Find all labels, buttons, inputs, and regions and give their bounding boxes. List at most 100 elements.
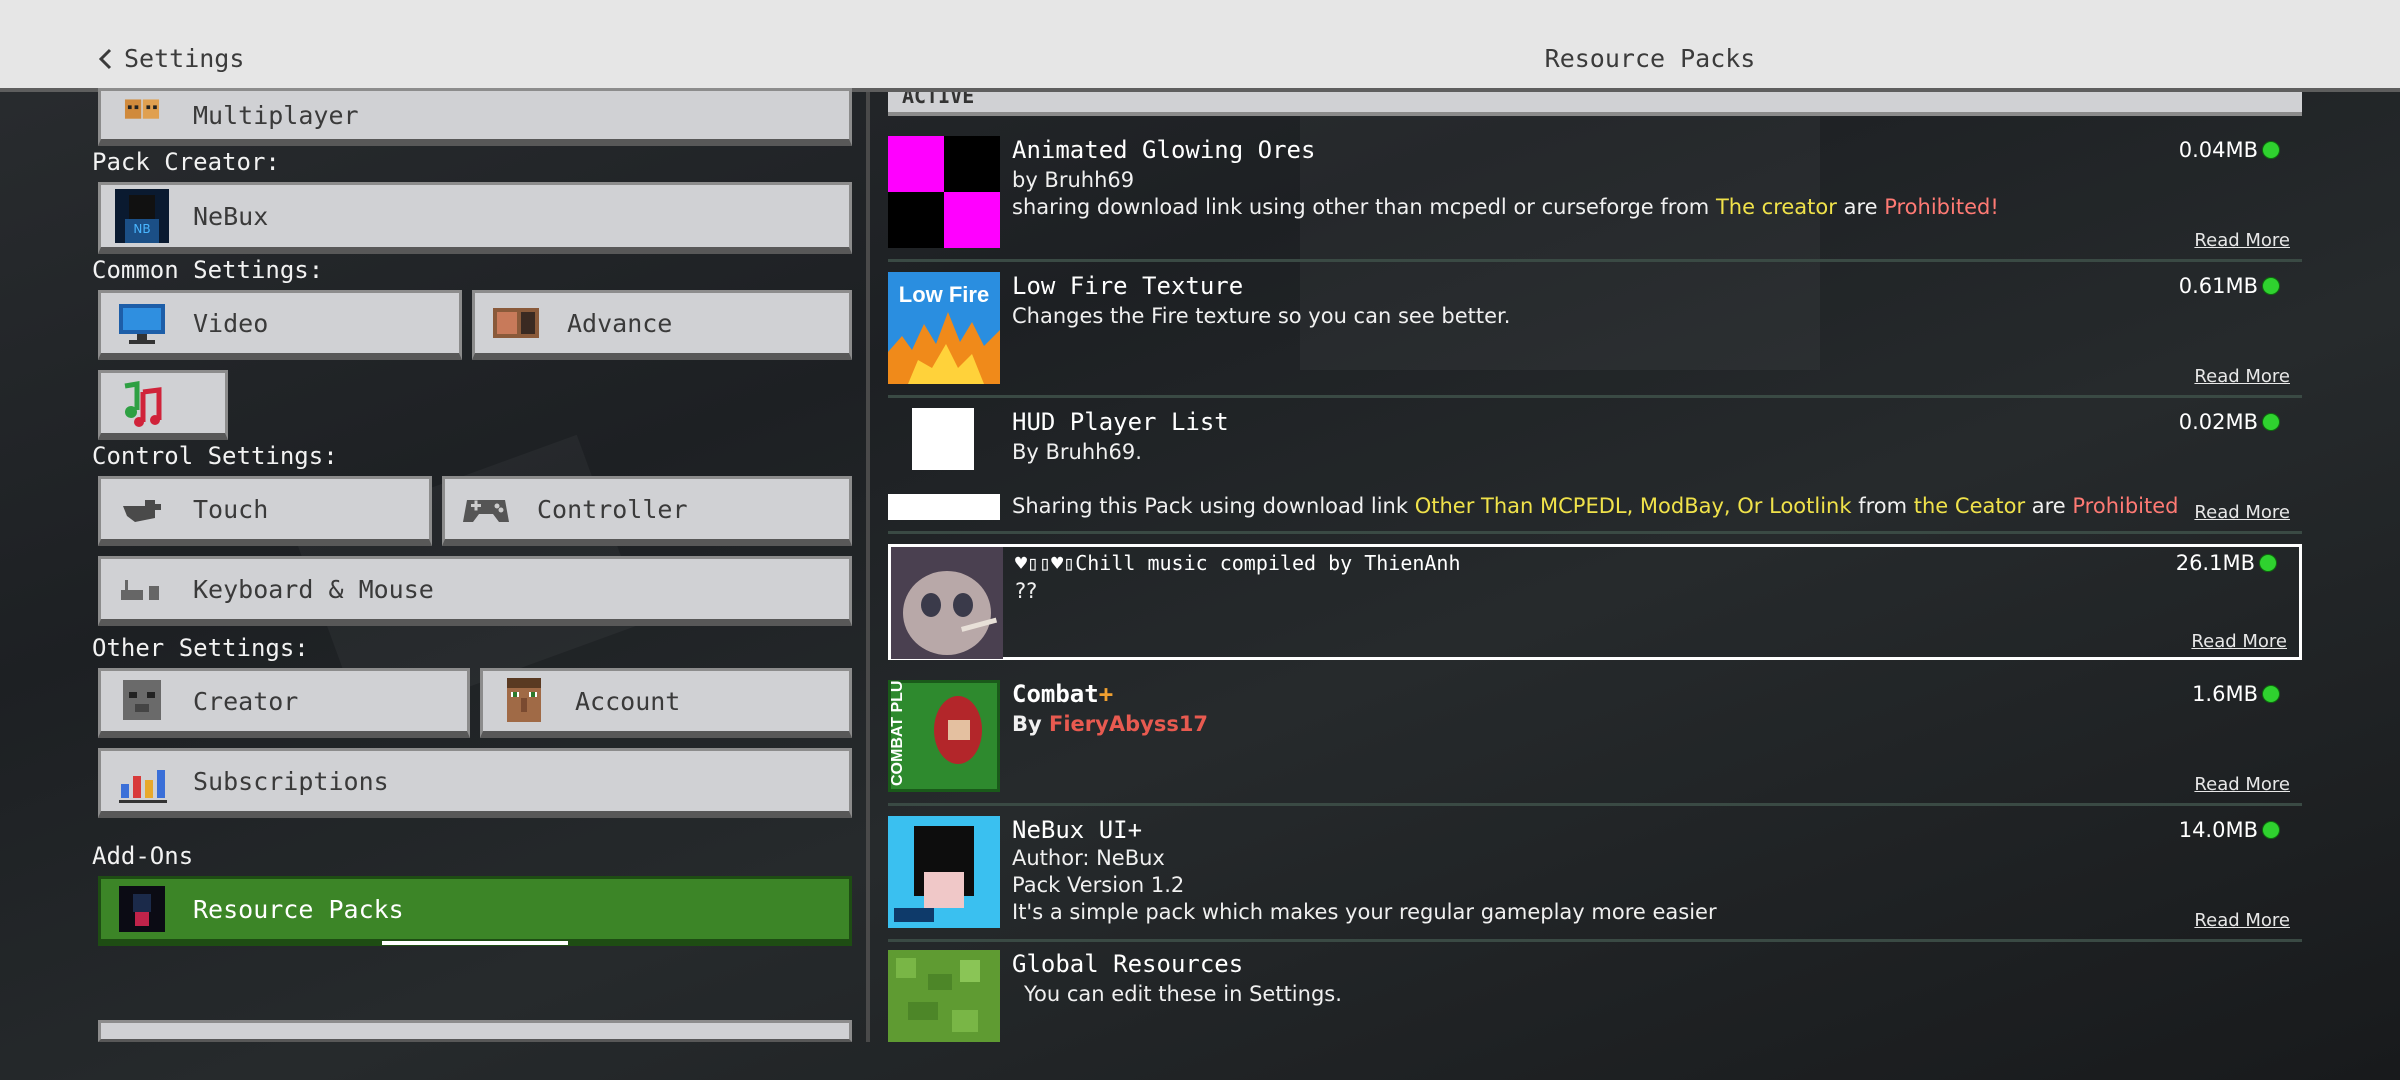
- pack-size: 0.02MB: [2179, 410, 2280, 434]
- hud-player-list-thumbnail: [888, 408, 1000, 520]
- touch-label: Touch: [193, 494, 269, 524]
- touch-button[interactable]: Touch: [98, 476, 432, 546]
- grass-block-thumbnail: [888, 950, 1000, 1042]
- read-more-link[interactable]: Read More: [2194, 366, 2290, 387]
- pack-row-combat-plus[interactable]: COMBAT PLUS Combat+ By FieryAbyss17 1.6M…: [888, 676, 2302, 806]
- cat-thumbnail: [891, 547, 1003, 659]
- keyboard-mouse-button[interactable]: Keyboard & Mouse: [98, 556, 852, 626]
- panel-divider: [866, 92, 870, 1042]
- multiplayer-label: Multiplayer: [193, 100, 359, 130]
- resource-pack-list[interactable]: ACTIVE Animated Glowing Ores by Bruhh69 …: [886, 92, 2306, 1042]
- subscriptions-label: Subscriptions: [193, 766, 389, 796]
- pack-description: Sharing this Pack using download link Ot…: [1012, 494, 2179, 518]
- nebux-ui-thumbnail: [888, 816, 1000, 928]
- read-more-link[interactable]: Read More: [2194, 774, 2290, 795]
- pack-description: sharing download link using other than m…: [1012, 195, 1999, 219]
- pack-size: 14.0MB: [2179, 818, 2280, 842]
- advance-label: Advance: [567, 308, 673, 338]
- pack-creator-button[interactable]: NB NeBux: [98, 182, 852, 254]
- back-button[interactable]: Settings: [98, 44, 244, 73]
- pack-author: by Bruhh69: [1012, 168, 1135, 192]
- status-dot-icon: [2262, 141, 2280, 159]
- pack-name: Combat+: [1012, 680, 1114, 708]
- creator-button[interactable]: Creator: [98, 668, 470, 738]
- selected-indicator: [382, 941, 568, 945]
- video-label: Video: [193, 308, 269, 338]
- controller-button[interactable]: Controller: [442, 476, 852, 546]
- pack-description: ??: [1015, 579, 1038, 603]
- resource-pack-icon: [119, 886, 165, 932]
- back-label: Settings: [124, 44, 245, 73]
- account-villager-icon: [507, 678, 541, 722]
- audio-button[interactable]: [98, 370, 228, 440]
- status-dot-icon: [2262, 413, 2280, 431]
- monitor-icon: [119, 304, 165, 344]
- pack-row-animated-glowing-ores[interactable]: Animated Glowing Ores by Bruhh69 sharing…: [888, 132, 2302, 262]
- touch-hand-icon: [123, 500, 161, 522]
- active-section-header: ACTIVE: [888, 92, 2302, 116]
- pack-creator-heading: Pack Creator:: [92, 148, 280, 176]
- creator-icon: [123, 680, 161, 720]
- multiplayer-icon: [124, 99, 160, 119]
- pack-description: It's a simple pack which makes your regu…: [1012, 900, 1717, 924]
- pack-row-chill-music[interactable]: ♥▯▯♥▯Chill music compiled by ThienAnh ??…: [888, 544, 2302, 660]
- read-more-link[interactable]: Read More: [2194, 230, 2290, 251]
- pack-version: Pack Version 1.2: [1012, 873, 1185, 897]
- low-fire-thumbnail: Low Fire: [888, 272, 1000, 384]
- other-settings-heading: Other Settings:: [92, 634, 309, 662]
- status-dot-icon: [2259, 554, 2277, 572]
- pack-row-low-fire-texture[interactable]: Low Fire Low Fire Texture Changes the Fi…: [888, 268, 2302, 398]
- pack-author: Author: NeBux: [1012, 846, 1165, 870]
- account-button[interactable]: Account: [480, 668, 852, 738]
- multiplayer-button[interactable]: Multiplayer: [98, 88, 852, 146]
- nebux-avatar-icon: NB: [115, 189, 169, 243]
- pack-name: Global Resources: [1012, 950, 1244, 978]
- resource-packs-button[interactable]: Resource Packs: [98, 876, 852, 946]
- controller-label: Controller: [537, 494, 688, 524]
- status-dot-icon: [2262, 821, 2280, 839]
- animated-ores-thumbnail: [888, 136, 1000, 248]
- top-bar: Settings Resource Packs: [0, 0, 2400, 92]
- resource-packs-label: Resource Packs: [193, 894, 404, 924]
- pack-description: You can edit these in Settings.: [1024, 982, 1342, 1006]
- subscriptions-button[interactable]: Subscriptions: [98, 748, 852, 818]
- pack-size: 1.6MB: [2192, 682, 2280, 706]
- bar-chart-icon: [119, 770, 167, 803]
- pack-size: 0.04MB: [2179, 138, 2280, 162]
- pack-description: Changes the Fire texture so you can see …: [1012, 304, 1511, 328]
- video-button[interactable]: Video: [98, 290, 462, 360]
- combat-plus-thumbnail: COMBAT PLUS: [888, 680, 1000, 792]
- pack-name: NeBux UI+: [1012, 816, 1143, 844]
- chevron-left-icon: [98, 48, 112, 69]
- keyboard-mouse-icon: [121, 580, 159, 600]
- addons-heading: Add-Ons: [92, 842, 194, 870]
- music-note-icon: [124, 381, 162, 427]
- pack-name: Animated Glowing Ores: [1012, 136, 1316, 164]
- pack-row-hud-player-list[interactable]: HUD Player List By Bruhh69. Sharing this…: [888, 404, 2302, 534]
- pack-row-nebux-ui[interactable]: NeBux UI+ Author: NeBux Pack Version 1.2…: [888, 812, 2302, 942]
- advance-icon: [493, 308, 539, 338]
- account-label: Account: [575, 686, 681, 716]
- read-more-link[interactable]: Read More: [2191, 631, 2287, 652]
- active-header-label: ACTIVE: [902, 92, 975, 108]
- pack-row-global-resources[interactable]: Global Resources You can edit these in S…: [888, 950, 2302, 1042]
- global-resources-button[interactable]: [98, 1020, 852, 1042]
- common-settings-heading: Common Settings:: [92, 256, 324, 284]
- keyboard-mouse-label: Keyboard & Mouse: [193, 574, 434, 604]
- svg-text:COMBAT PLUS: COMBAT PLUS: [889, 680, 906, 786]
- pack-author: By FieryAbyss17: [1012, 712, 1209, 736]
- read-more-link[interactable]: Read More: [2194, 502, 2290, 523]
- gamepad-icon: [463, 500, 509, 522]
- pack-size: 0.61MB: [2179, 274, 2280, 298]
- read-more-link[interactable]: Read More: [2194, 910, 2290, 931]
- advance-button[interactable]: Advance: [472, 290, 852, 360]
- svg-text:Low Fire: Low Fire: [899, 282, 989, 307]
- svg-text:NB: NB: [133, 222, 150, 236]
- status-dot-icon: [2262, 685, 2280, 703]
- control-settings-heading: Control Settings:: [92, 442, 338, 470]
- status-dot-icon: [2262, 277, 2280, 295]
- pack-author: By Bruhh69.: [1012, 440, 1142, 464]
- pack-name: Low Fire Texture: [1012, 272, 1244, 300]
- pack-size: 26.1MB: [2176, 551, 2277, 575]
- pack-name: ♥▯▯♥▯Chill music compiled by ThienAnh: [1015, 551, 1461, 575]
